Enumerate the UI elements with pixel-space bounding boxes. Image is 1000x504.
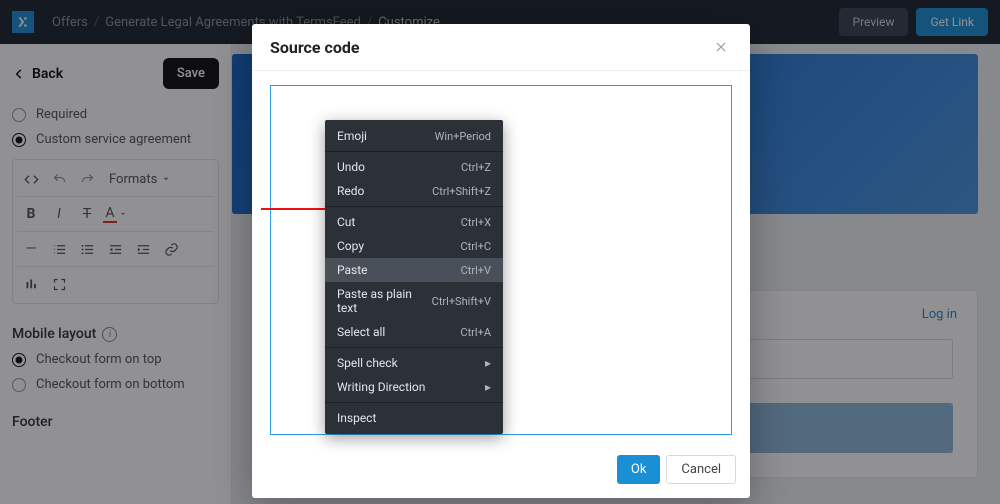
close-icon[interactable] bbox=[710, 36, 732, 58]
ctx-copy[interactable]: CopyCtrl+C bbox=[325, 234, 503, 258]
ctx-select-all[interactable]: Select allCtrl+A bbox=[325, 320, 503, 344]
ctx-undo[interactable]: UndoCtrl+Z bbox=[325, 155, 503, 179]
source-code-textarea[interactable]: EmojiWin+Period UndoCtrl+Z RedoCtrl+Shif… bbox=[270, 85, 732, 435]
modal-title: Source code bbox=[270, 38, 360, 57]
ctx-writing-direction[interactable]: Writing Direction▸ bbox=[325, 375, 503, 399]
ctx-cut[interactable]: CutCtrl+X bbox=[325, 210, 503, 234]
context-menu: EmojiWin+Period UndoCtrl+Z RedoCtrl+Shif… bbox=[325, 120, 503, 434]
cancel-button[interactable]: Cancel bbox=[666, 455, 736, 484]
ctx-paste-plain[interactable]: Paste as plain textCtrl+Shift+V bbox=[325, 282, 503, 320]
ok-button[interactable]: Ok bbox=[617, 455, 661, 484]
ctx-inspect[interactable]: Inspect bbox=[325, 406, 503, 430]
ctx-spell-check[interactable]: Spell check▸ bbox=[325, 351, 503, 375]
annotation-arrow bbox=[261, 208, 335, 210]
source-code-modal: Source code EmojiWin+Period UndoCtrl+Z R… bbox=[252, 24, 750, 498]
ctx-redo[interactable]: RedoCtrl+Shift+Z bbox=[325, 179, 503, 203]
ctx-emoji[interactable]: EmojiWin+Period bbox=[325, 124, 503, 148]
ctx-paste[interactable]: PasteCtrl+V bbox=[325, 258, 503, 282]
